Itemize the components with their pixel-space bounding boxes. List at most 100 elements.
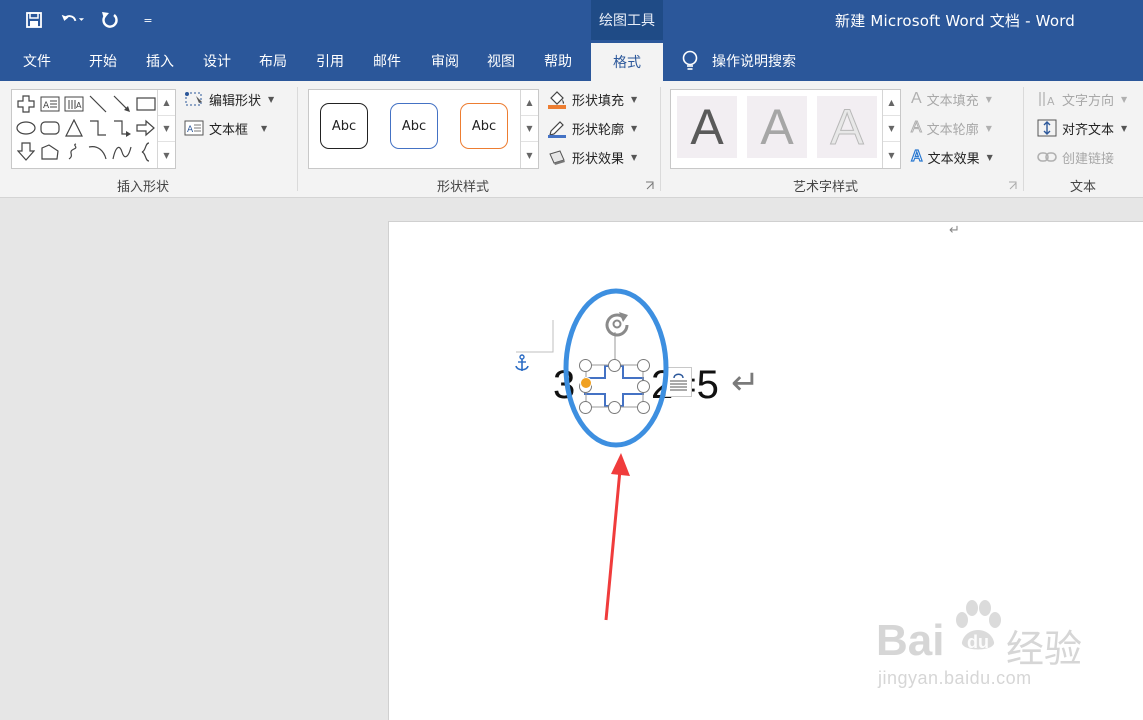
redo-button[interactable] (98, 8, 122, 32)
wordart-style-gray[interactable]: A (747, 96, 807, 158)
shape-vertical-textbox[interactable]: A (62, 92, 86, 116)
dropdown-caret-icon: ▼ (986, 152, 993, 162)
text-direction-label: 文字方向 (1062, 93, 1115, 109)
shape-styles-scroll-up-button[interactable]: ▲ (521, 90, 538, 116)
shape-line[interactable] (86, 92, 110, 116)
save-button[interactable] (22, 8, 46, 32)
shape-triangle[interactable] (62, 116, 86, 140)
shape-arrow-line[interactable] (110, 92, 134, 116)
shape-style-blue[interactable]: Abc (390, 103, 438, 149)
shape-style-dark[interactable]: Abc (320, 103, 368, 149)
wordart-scroll-down-button[interactable]: ▼ (883, 116, 900, 142)
shape-outline-button[interactable]: 形状轮廓 ▼ (547, 117, 637, 139)
text-direction-button[interactable]: A 文字方向 ▼ (1037, 88, 1127, 110)
tab-layout[interactable]: 布局 (246, 40, 300, 81)
pen-outline-icon (548, 121, 566, 138)
shapes-more-button[interactable]: ▼ (158, 142, 175, 168)
shape-right-arrow[interactable] (134, 116, 158, 140)
shapes-gallery[interactable]: A A ▲ ▼ ▼ (11, 89, 176, 169)
shape-styles-gallery[interactable]: Abc Abc Abc ▲ ▼ ▼ (308, 89, 539, 169)
right-arrow-shape-icon (136, 119, 155, 137)
shape-oval[interactable] (14, 116, 38, 140)
edit-shape-label: 编辑形状 (209, 93, 262, 109)
text-group-label: 文本 (1070, 180, 1097, 195)
tab-format[interactable]: 格式 (591, 43, 663, 81)
wordart-scroll-up-button[interactable]: ▲ (883, 90, 900, 116)
shape-effects-icon (549, 150, 565, 165)
shape-rectangle[interactable] (134, 92, 158, 116)
wordart-more-button[interactable]: ▼ (883, 142, 900, 168)
tell-me-search[interactable]: 操作说明搜索 (680, 40, 796, 81)
shape-rounded-rectangle[interactable] (38, 116, 62, 140)
shape-styles-gallery-scroll: ▲ ▼ ▼ (520, 90, 538, 168)
text-outline-button[interactable]: A 文本轮廓 ▼ (911, 117, 992, 139)
shape-elbow-connector[interactable] (86, 116, 110, 140)
shape-styles-scroll-down-button[interactable]: ▼ (521, 116, 538, 142)
shape-style-orange[interactable]: Abc (460, 103, 508, 149)
tab-review[interactable]: 审阅 (418, 40, 472, 81)
create-link-button[interactable]: 创建链接 (1037, 146, 1114, 168)
text-fill-icon: A (911, 90, 922, 107)
tab-file[interactable]: 文件 (10, 40, 64, 81)
tell-me-label: 操作说明搜索 (712, 53, 796, 70)
customize-qat-button[interactable]: = (136, 8, 160, 32)
shape-down-arrow[interactable] (14, 140, 38, 164)
insert-shapes-group-label: 插入形状 (117, 180, 170, 195)
shape-fill-button[interactable]: 形状填充 ▼ (547, 88, 637, 110)
wordart-styles-launcher-icon[interactable] (1008, 181, 1018, 191)
shape-scribble[interactable] (62, 140, 86, 164)
shape-plus[interactable] (14, 92, 38, 116)
chevron-down-icon: ▼ (163, 124, 170, 133)
text-effects-label: 文本效果 (927, 151, 980, 167)
curve-shape-icon (112, 146, 132, 160)
undo-icon (61, 14, 84, 22)
text-box-button[interactable]: A 文本框 ▼ (184, 117, 267, 139)
shape-effects-button[interactable]: 形状效果 ▼ (547, 146, 637, 168)
shape-curve[interactable] (110, 140, 134, 164)
text-direction-icon: A (1039, 92, 1055, 108)
tab-insert[interactable]: 插入 (133, 40, 187, 81)
edit-shape-button[interactable]: 编辑形状 ▼ (184, 88, 274, 110)
anchor-icon[interactable] (514, 354, 530, 374)
tab-view[interactable]: 视图 (474, 40, 528, 81)
triangle-shape-icon (65, 119, 83, 137)
tab-design[interactable]: 设计 (190, 40, 244, 81)
dropdown-caret-icon: ▼ (631, 123, 638, 133)
shape-styles-more-button[interactable]: ▼ (521, 142, 538, 168)
dropdown-caret-icon: ▼ (261, 123, 268, 133)
customize-qat-icon: = (143, 13, 153, 27)
wordart-style-dark[interactable]: A (677, 96, 737, 158)
oval-shape-icon (16, 121, 36, 135)
wordart-styles-gallery[interactable]: A A A ▲ ▼ ▼ (670, 89, 901, 169)
dropdown-caret-icon: ▼ (631, 152, 638, 162)
align-text-button[interactable]: 对齐文本 ▼ (1037, 117, 1127, 139)
undo-button[interactable] (60, 8, 84, 32)
tab-mailings[interactable]: 邮件 (360, 40, 414, 81)
lightbulb-icon (682, 50, 698, 70)
line-shape-icon (89, 95, 107, 113)
text-fill-button[interactable]: A 文本填充 ▼ (911, 88, 992, 110)
shapes-scroll-down-button[interactable]: ▼ (158, 116, 175, 142)
shape-textbox[interactable]: A (38, 92, 62, 116)
shape-styles-launcher-icon[interactable] (645, 181, 655, 191)
shape-brace[interactable] (134, 140, 158, 164)
shape-arc[interactable] (86, 140, 110, 164)
text-box-label: 文本框 (209, 122, 249, 138)
freeform-shape-icon (41, 144, 59, 160)
shape-freeform[interactable] (38, 140, 62, 164)
tab-references[interactable]: 引用 (303, 40, 357, 81)
edit-shape-icon (185, 92, 202, 106)
shape-elbow-arrow[interactable] (110, 116, 134, 140)
shapes-scroll-up-button[interactable]: ▲ (158, 90, 175, 116)
watermark-paw-text: du (967, 632, 989, 652)
text-outline-icon: A (911, 119, 923, 137)
chevron-down-icon: ▼ (526, 124, 533, 133)
plus-shape-icon (17, 95, 35, 113)
redo-icon (102, 12, 118, 28)
tab-home[interactable]: 开始 (76, 40, 130, 81)
wordart-style-outline[interactable]: A (817, 96, 877, 158)
wordart-styles-group-label: 艺术字样式 (793, 180, 859, 195)
tab-help[interactable]: 帮助 (531, 40, 585, 81)
text-effects-button[interactable]: A 文本效果 ▼ (910, 146, 993, 168)
wordart-gallery-scroll: ▲ ▼ ▼ (882, 90, 900, 168)
